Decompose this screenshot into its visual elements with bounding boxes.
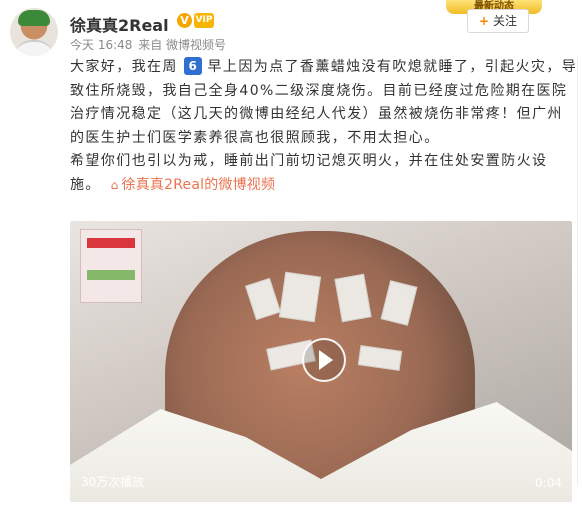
follow-label: 关注 bbox=[493, 14, 518, 28]
poster-green-stripe bbox=[87, 270, 135, 280]
day-badge: 6 bbox=[183, 57, 202, 75]
post-paragraph-2: 希望你们也引以为戒，睡前出门前切记熄灭明火，并在住处安置防火设施。 ⌂ 徐真真2R… bbox=[70, 150, 578, 197]
post-time: 今天 16:48 bbox=[70, 38, 133, 52]
scrollbar[interactable] bbox=[577, 56, 578, 486]
username[interactable]: 徐真真2Real bbox=[70, 12, 169, 36]
video-duration: 0:04 bbox=[535, 476, 562, 490]
post-text-part-1: 大家好，我在周 bbox=[70, 59, 178, 75]
bandage-2 bbox=[278, 271, 322, 323]
post-paragraph-1: 大家好，我在周 6 早上因为点了香薰蜡烛没有吹熄就睡了，引起火灾，导致住所烧毁，… bbox=[70, 56, 578, 150]
vip-badge-icon: VIP bbox=[194, 13, 214, 28]
plus-icon: + bbox=[478, 14, 490, 28]
post-meta: 今天 16:48 来自 微博视频号 bbox=[70, 36, 228, 53]
video-link-icon: ⌂ bbox=[110, 177, 119, 192]
poster-red-stripe bbox=[87, 238, 135, 248]
avatar[interactable] bbox=[10, 8, 58, 56]
video-player[interactable]: 30万次播放 0:04 bbox=[70, 221, 572, 502]
play-button[interactable] bbox=[302, 338, 346, 382]
video-link-label: 徐真真2Real的微博视频 bbox=[121, 176, 276, 193]
wall-poster bbox=[80, 229, 142, 303]
post-text: 大家好，我在周 6 早上因为点了香薰蜡烛没有吹熄就睡了，引起火灾，导致住所烧毁，… bbox=[70, 56, 578, 197]
post-source[interactable]: 来自 微博视频号 bbox=[138, 38, 226, 52]
avatar-hair-icon bbox=[18, 10, 50, 26]
avatar-shirt-icon bbox=[14, 40, 54, 56]
follow-button[interactable]: + 关注 bbox=[467, 9, 529, 33]
view-count: 30万次播放 bbox=[81, 475, 145, 489]
video-link[interactable]: ⌂ 徐真真2Real的微博视频 bbox=[111, 177, 276, 193]
verified-badge-icon: V bbox=[177, 13, 192, 28]
